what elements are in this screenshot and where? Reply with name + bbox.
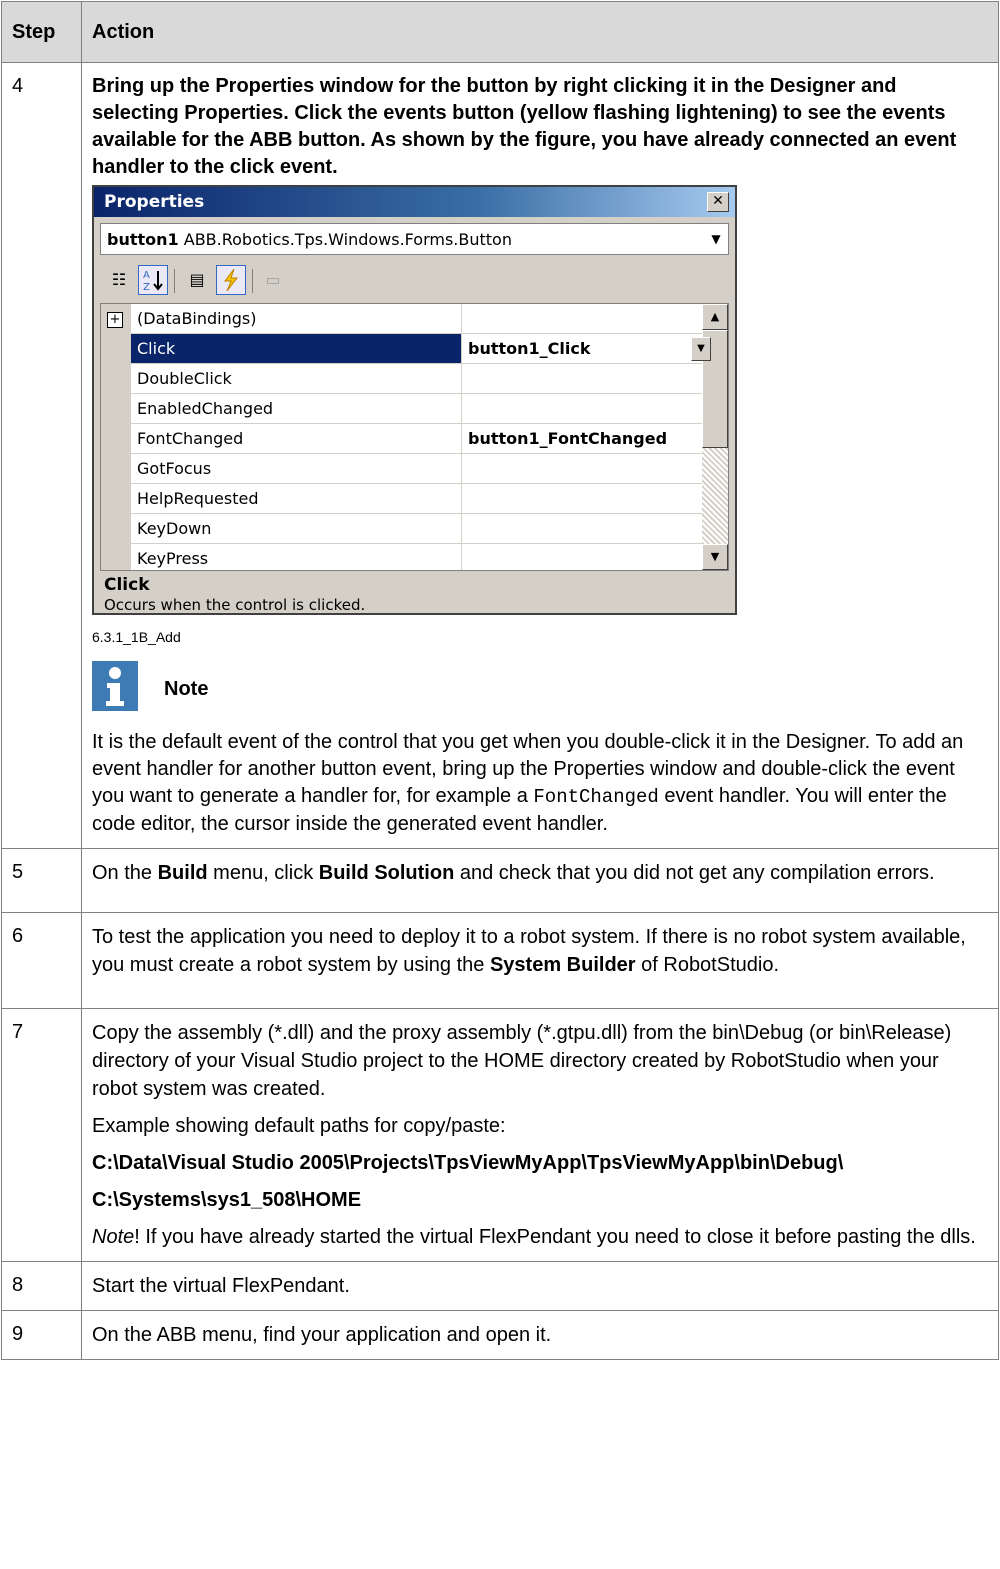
header-step: Step: [1, 1, 82, 63]
window-titlebar: Properties ✕: [94, 187, 735, 217]
svg-text:A: A: [143, 270, 150, 281]
grid-row[interactable]: (DataBindings): [101, 304, 728, 334]
figure-caption: 6.3.1_1B_Add: [92, 629, 181, 645]
events-lightning-icon[interactable]: [216, 265, 246, 295]
property-pages-icon[interactable]: ▭: [258, 265, 288, 295]
step-number: 8: [1, 1261, 82, 1311]
text-run: Designer: [769, 75, 856, 97]
step7-note: Note! If you have already started the vi…: [92, 1223, 988, 1251]
step7-p2: Example showing default paths for copy/p…: [92, 1115, 506, 1137]
step-action: On the Build menu, click Build Solution …: [81, 848, 999, 913]
properties-window: Properties ✕ button1 ABB.Robotics.Tps.Wi…: [92, 185, 737, 615]
table-row: 7 Copy the assembly (*.dll) and the prox…: [1, 1008, 999, 1262]
info-icon: [92, 661, 138, 711]
step-action: Bring up the Properties window for the b…: [81, 62, 999, 849]
grid-row[interactable]: KeyDown: [101, 514, 728, 544]
table-row: 9 On the ABB menu, find your application…: [1, 1310, 999, 1360]
text-run: Properties: [215, 75, 315, 97]
event-name[interactable]: HelpRequested: [131, 484, 461, 514]
expand-icon[interactable]: +: [107, 312, 123, 328]
events-grid: + (DataBindings) Click button1_Click Double…: [100, 303, 729, 571]
note-box: Note: [92, 661, 988, 721]
event-handler-value[interactable]: [461, 454, 728, 484]
object-type: ABB.Robotics.Tps.Windows.Forms.Button: [183, 230, 512, 249]
step-number: 4: [1, 62, 82, 849]
step-number: 6: [1, 912, 82, 1009]
event-name[interactable]: FontChanged: [131, 424, 461, 454]
step4-intro: Bring up the Properties window for the b…: [92, 73, 988, 181]
grid-row[interactable]: Click button1_Click: [101, 334, 728, 364]
text-run: and check that you did not get any compi…: [454, 862, 935, 884]
step-action: Start the virtual FlexPendant.: [81, 1261, 999, 1311]
svg-text:Z: Z: [143, 282, 150, 293]
event-handler-value[interactable]: [461, 514, 728, 544]
event-handler-value[interactable]: [461, 394, 728, 424]
grid-row[interactable]: FontChanged button1_FontChanged: [101, 424, 728, 454]
table-row: 8 Start the virtual FlexPendant.: [1, 1261, 999, 1311]
event-handler-value[interactable]: [461, 364, 728, 394]
categorized-icon[interactable]: ☷: [104, 265, 134, 295]
grid-row[interactable]: GotFocus: [101, 454, 728, 484]
text-run: On the: [92, 862, 158, 884]
table-row: 6 To test the application you need to de…: [1, 912, 999, 1009]
description-pane: Click Occurs when the control is clicked…: [100, 575, 729, 614]
grid-row[interactable]: KeyPress: [101, 544, 701, 570]
object-selector[interactable]: button1 ABB.Robotics.Tps.Windows.Forms.B…: [100, 223, 729, 255]
text-run: Properties: [184, 102, 284, 124]
text-run: Build Solution: [318, 862, 455, 884]
event-handler-value[interactable]: [461, 544, 728, 570]
note-label: Note: [164, 678, 209, 700]
event-name[interactable]: KeyPress: [131, 544, 461, 570]
table-header-row: Step Action: [1, 1, 999, 63]
step7-p1: Copy the assembly (*.dll) and the proxy …: [92, 1022, 952, 1100]
text-run: Note: [92, 1226, 135, 1248]
text-run: window for the button by right clicking …: [314, 75, 770, 97]
chevron-down-icon[interactable]: ▼: [691, 337, 711, 361]
step7-path2: C:\Systems\sys1_508\HOME: [92, 1189, 362, 1211]
steps-table: Step Action 4 Bring up the Properties wi…: [1, 1, 999, 1360]
text-run: of RobotStudio.: [635, 954, 780, 976]
event-name[interactable]: Click: [131, 334, 461, 364]
event-name[interactable]: (DataBindings): [131, 304, 461, 334]
table-row: 5 On the Build menu, click Build Solutio…: [1, 848, 999, 913]
scroll-down-icon[interactable]: ▼: [702, 544, 728, 570]
scroll-up-icon[interactable]: ▲: [702, 304, 728, 330]
grid-row[interactable]: DoubleClick: [101, 364, 728, 394]
code-run: FontChanged: [533, 786, 659, 808]
note-text: It is the default event of the control t…: [92, 729, 988, 838]
description-text: Occurs when the control is clicked.: [104, 596, 366, 614]
step-action: To test the application you need to depl…: [81, 912, 999, 1009]
grid-row[interactable]: HelpRequested: [101, 484, 728, 514]
step-action: On the ABB menu, find your application a…: [81, 1310, 999, 1360]
text-run: System Builder: [489, 954, 636, 976]
event-name[interactable]: DoubleClick: [131, 364, 461, 394]
step-action: Copy the assembly (*.dll) and the proxy …: [81, 1008, 999, 1262]
step-number: 7: [1, 1008, 82, 1262]
event-handler-value[interactable]: button1_FontChanged: [461, 424, 728, 454]
grid-row[interactable]: EnabledChanged: [101, 394, 728, 424]
text-run: Build: [157, 862, 208, 884]
event-handler-value[interactable]: [461, 304, 728, 334]
close-icon[interactable]: ✕: [707, 192, 729, 212]
step-number: 5: [1, 848, 82, 913]
event-name[interactable]: KeyDown: [131, 514, 461, 544]
object-name: button1: [107, 230, 179, 249]
event-name[interactable]: EnabledChanged: [131, 394, 461, 424]
event-name[interactable]: GotFocus: [131, 454, 461, 484]
properties-toolbar: ☷ AZ ▤ ▭: [100, 261, 729, 301]
window-title: Properties: [104, 192, 205, 212]
description-title: Click: [104, 575, 150, 595]
step-number: 9: [1, 1310, 82, 1360]
event-handler-value[interactable]: [461, 484, 728, 514]
header-action: Action: [81, 1, 999, 63]
alphabetical-icon[interactable]: AZ: [138, 265, 168, 295]
properties-icon[interactable]: ▤: [182, 265, 212, 295]
text-run: menu, click: [207, 862, 319, 884]
event-handler-value[interactable]: button1_Click: [461, 334, 728, 364]
text-run: Bring up the: [92, 75, 216, 97]
text-run: ! If you have already started the virtua…: [134, 1226, 976, 1248]
chevron-down-icon[interactable]: ▼: [706, 227, 726, 251]
step7-path1: C:\Data\Visual Studio 2005\Projects\TpsV…: [92, 1152, 844, 1174]
table-row: 4 Bring up the Properties window for the…: [1, 62, 999, 849]
